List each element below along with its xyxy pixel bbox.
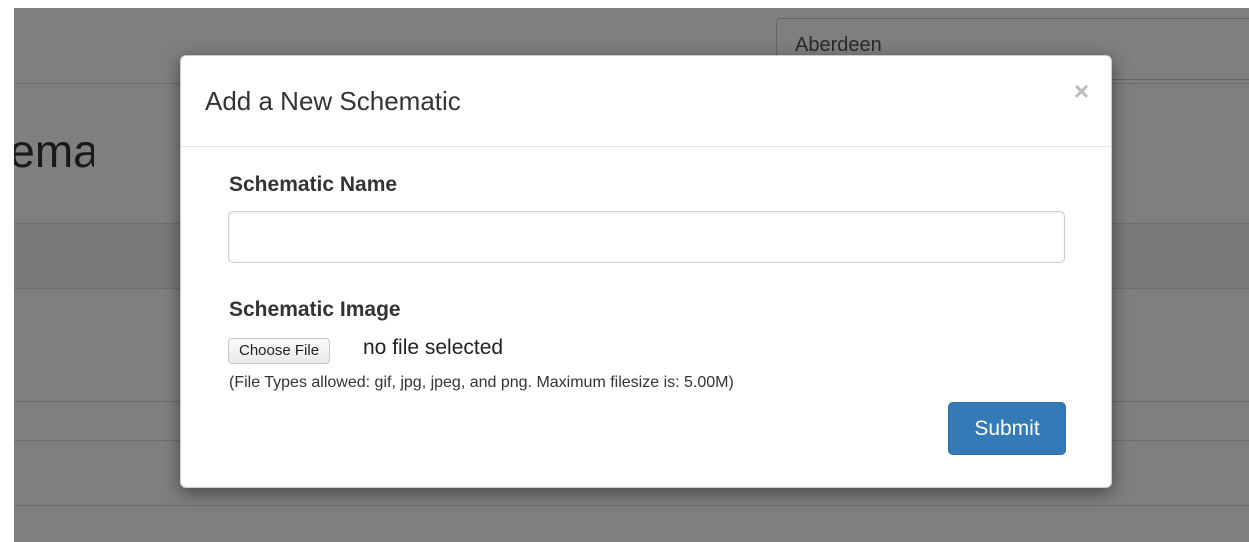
schematic-image-label: Schematic Image xyxy=(229,298,401,321)
window-edge xyxy=(0,0,1249,8)
choose-file-button[interactable]: Choose File xyxy=(228,338,331,364)
file-status-text: no file selected xyxy=(363,336,504,359)
submit-button[interactable]: Submit xyxy=(948,402,1066,455)
window-edge xyxy=(0,0,14,542)
schematic-name-label: Schematic Name xyxy=(229,173,398,196)
file-help-text: (File Types allowed: gif, jpg, jpeg, and… xyxy=(229,374,734,391)
modal-title: Add a New Schematic xyxy=(205,86,461,116)
add-schematic-modal: Add a New Schematic × Schematic Name Sch… xyxy=(180,55,1112,488)
schematic-name-input[interactable] xyxy=(228,211,1065,263)
close-icon[interactable]: × xyxy=(1074,78,1089,104)
modal-header: Add a New Schematic × xyxy=(181,56,1111,147)
